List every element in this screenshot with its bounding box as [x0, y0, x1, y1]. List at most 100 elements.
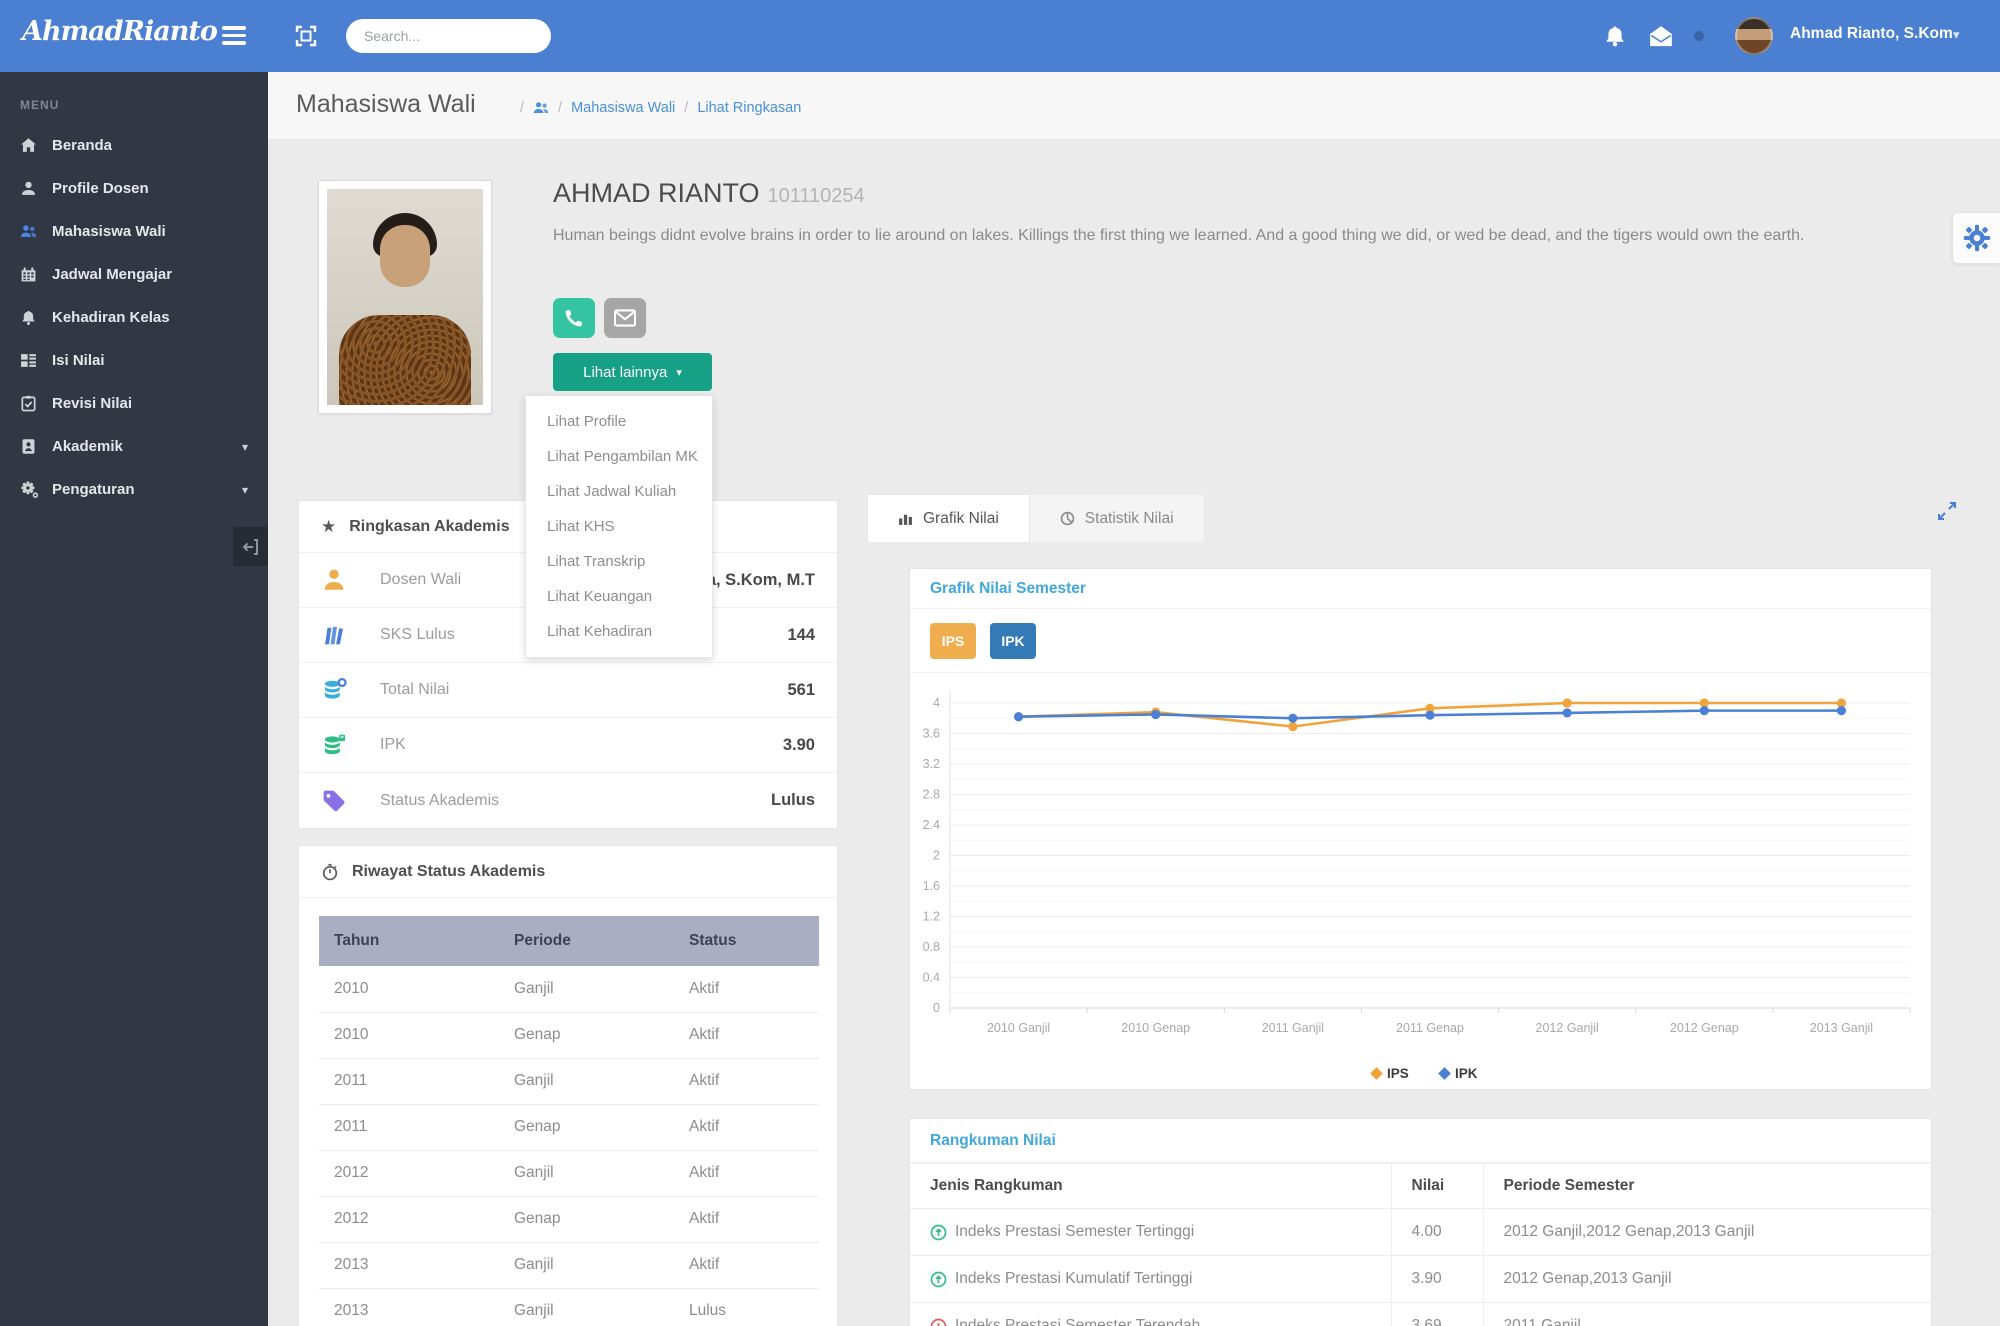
clipboard-check-icon: [20, 395, 37, 412]
svg-text:1.2: 1.2: [923, 910, 940, 924]
breadcrumb-link-lihat-ringkasan[interactable]: Lihat Ringkasan: [697, 100, 801, 116]
column-header: Tahun: [319, 916, 499, 966]
rangkuman-jenis: Indeks Prestasi Semester Tertinggi: [955, 1223, 1194, 1241]
tag-purple-icon: [321, 788, 347, 814]
table-row: 2012GanjilAktif: [319, 1150, 819, 1196]
rangkuman-title: Rangkuman Nilai: [930, 1132, 1056, 1150]
table-row: 2011GenapAktif: [319, 1104, 819, 1150]
phone-icon: [564, 308, 584, 328]
caret-down-icon: ▾: [676, 366, 682, 379]
content-header: Mahasiswa Wali / / Mahasiswa Wali / Liha…: [268, 72, 2000, 140]
table-cell: Ganjil: [499, 966, 674, 1012]
tab-grafik-nilai[interactable]: Grafik Nilai: [867, 494, 1030, 542]
ringkasan-label: Status Akademis: [380, 792, 499, 810]
svg-text:0: 0: [933, 1001, 940, 1015]
tab-statistik-nilai[interactable]: Statistik Nilai: [1030, 494, 1205, 542]
sidebar-item-mahasiswa-wali[interactable]: Mahasiswa Wali: [0, 210, 268, 253]
ips-toggle-button[interactable]: IPS: [930, 623, 976, 659]
mail-open-icon[interactable]: [1648, 24, 1672, 48]
search-input[interactable]: [346, 19, 551, 53]
svg-text:2010 Ganjil: 2010 Ganjil: [987, 1021, 1050, 1035]
ipk-toggle-button[interactable]: IPK: [990, 623, 1036, 659]
dropdown-item-lihat-kehadiran[interactable]: Lihat Kehadiran: [526, 614, 712, 649]
svg-text:2012 Genap: 2012 Genap: [1670, 1021, 1739, 1035]
sidebar-collapse-button[interactable]: [233, 527, 268, 566]
sidebar-nav: Beranda Profile Dosen Mahasiswa Wali Jad…: [0, 124, 268, 511]
expand-icon[interactable]: [1936, 500, 1958, 522]
rangkuman-jenis: Indeks Prestasi Kumulatif Tertinggi: [955, 1270, 1193, 1288]
table-row: 2010GanjilAktif: [319, 966, 819, 1012]
dropdown-item-lihat-profile[interactable]: Lihat Profile: [526, 404, 712, 439]
table-header-row: Jenis Rangkuman Nilai Periode Semester: [910, 1164, 1933, 1209]
ringkasan-value: Lulus: [771, 791, 815, 810]
hamburger-icon[interactable]: [222, 26, 246, 46]
envelope-icon: [614, 309, 636, 327]
caret-down-icon: ▾: [242, 440, 248, 454]
arrow-up-circle-green-icon: [930, 1271, 947, 1288]
database-green-icon: [321, 732, 347, 758]
table-cell: Aktif: [674, 1012, 819, 1058]
sidebar-item-kehadiran-kelas[interactable]: Kehadiran Kelas: [0, 296, 268, 339]
caret-down-icon[interactable]: ▾: [1953, 27, 1960, 43]
avatar[interactable]: [1735, 17, 1773, 55]
sidebar-item-jadwal-mengajar[interactable]: Jadwal Mengajar: [0, 253, 268, 296]
dropdown-item-lihat-pengambilan-mk[interactable]: Lihat Pengambilan MK: [526, 439, 712, 474]
dropdown-item-lihat-khs[interactable]: Lihat KHS: [526, 509, 712, 544]
sidebar-item-pengaturan[interactable]: Pengaturan ▾: [0, 468, 268, 511]
table-cell: 2012: [319, 1196, 499, 1242]
sidebar-item-beranda[interactable]: Beranda: [0, 124, 268, 167]
svg-text:0.8: 0.8: [923, 940, 940, 954]
column-header: Status: [674, 916, 819, 966]
table-row: 2011GanjilAktif: [319, 1058, 819, 1104]
ringkasan-value: 144: [787, 626, 815, 645]
bell-icon[interactable]: [1603, 24, 1627, 48]
database-cyan-icon: [321, 677, 347, 703]
table-cell: Indeks Prestasi Semester Terendah: [910, 1303, 1391, 1326]
svg-text:3.6: 3.6: [923, 727, 940, 741]
nilai-tabs: Grafik Nilai Statistik Nilai: [867, 494, 1205, 542]
table-cell: Indeks Prestasi Kumulatif Tertinggi: [910, 1256, 1391, 1303]
riwayat-status-card: Riwayat Status Akademis Tahun Periode St…: [298, 845, 838, 1326]
student-nim: 101110254: [768, 185, 865, 207]
arrow-up-circle-green-icon: [930, 1224, 947, 1241]
ringkasan-label: Dosen Wali: [380, 571, 461, 589]
dropdown-item-lihat-transkrip[interactable]: Lihat Transkrip: [526, 544, 712, 579]
bell-icon: [20, 309, 37, 326]
sidebar-item-label: Isi Nilai: [52, 352, 105, 369]
sidebar-item-label: Profile Dosen: [52, 180, 149, 197]
breadcrumb-link-mahasiswa-wali[interactable]: Mahasiswa Wali: [571, 100, 675, 116]
sidebar-item-revisi-nilai[interactable]: Revisi Nilai: [0, 382, 268, 425]
status-dot: [1694, 31, 1704, 41]
dropdown-item-lihat-jadwal-kuliah[interactable]: Lihat Jadwal Kuliah: [526, 474, 712, 509]
riwayat-table: Tahun Periode Status 2010GanjilAktif 201…: [319, 916, 819, 1326]
table-cell: Aktif: [674, 1058, 819, 1104]
tab-label: Grafik Nilai: [923, 510, 999, 528]
users-icon[interactable]: [533, 100, 549, 116]
svg-text:2012 Ganjil: 2012 Ganjil: [1536, 1021, 1599, 1035]
ringkasan-label: SKS Lulus: [380, 626, 455, 644]
sidebar-item-isi-nilai[interactable]: Isi Nilai: [0, 339, 268, 382]
table-row: Indeks Prestasi Kumulatif Tertinggi 3.90…: [910, 1256, 1933, 1303]
table-row: 2013GanjilAktif: [319, 1242, 819, 1288]
fullscreen-icon[interactable]: [294, 24, 318, 48]
gear-icon: [1962, 223, 1992, 253]
sidebar-item-akademik[interactable]: Akademik ▾: [0, 425, 268, 468]
dropdown-item-lihat-keuangan[interactable]: Lihat Keuangan: [526, 579, 712, 614]
table-row: Indeks Prestasi Semester Terendah 3.69 2…: [910, 1303, 1933, 1326]
table-cell: 2013: [319, 1288, 499, 1326]
settings-gear-button[interactable]: [1952, 212, 2000, 264]
page-title: Mahasiswa Wali: [296, 90, 476, 119]
table-cell: 2012: [319, 1150, 499, 1196]
profile-name: AHMAD RIANTO101110254: [553, 178, 865, 209]
email-button[interactable]: [604, 298, 646, 338]
topbar-username[interactable]: Ahmad Rianto, S.Kom: [1790, 25, 1953, 43]
line-chart: 00.40.81.21.622.42.83.23.642010 Ganjil20…: [910, 673, 1931, 1091]
table-row: 2010GenapAktif: [319, 1012, 819, 1058]
phone-button[interactable]: [553, 298, 595, 338]
app-logo[interactable]: AhmadRianto: [22, 16, 212, 47]
table-cell: Lulus: [674, 1288, 819, 1326]
sidebar-item-label: Mahasiswa Wali: [52, 223, 166, 240]
lihat-lainnya-button[interactable]: Lihat lainnya ▾: [553, 353, 712, 391]
table-cell: Aktif: [674, 1242, 819, 1288]
sidebar-item-profile-dosen[interactable]: Profile Dosen: [0, 167, 268, 210]
